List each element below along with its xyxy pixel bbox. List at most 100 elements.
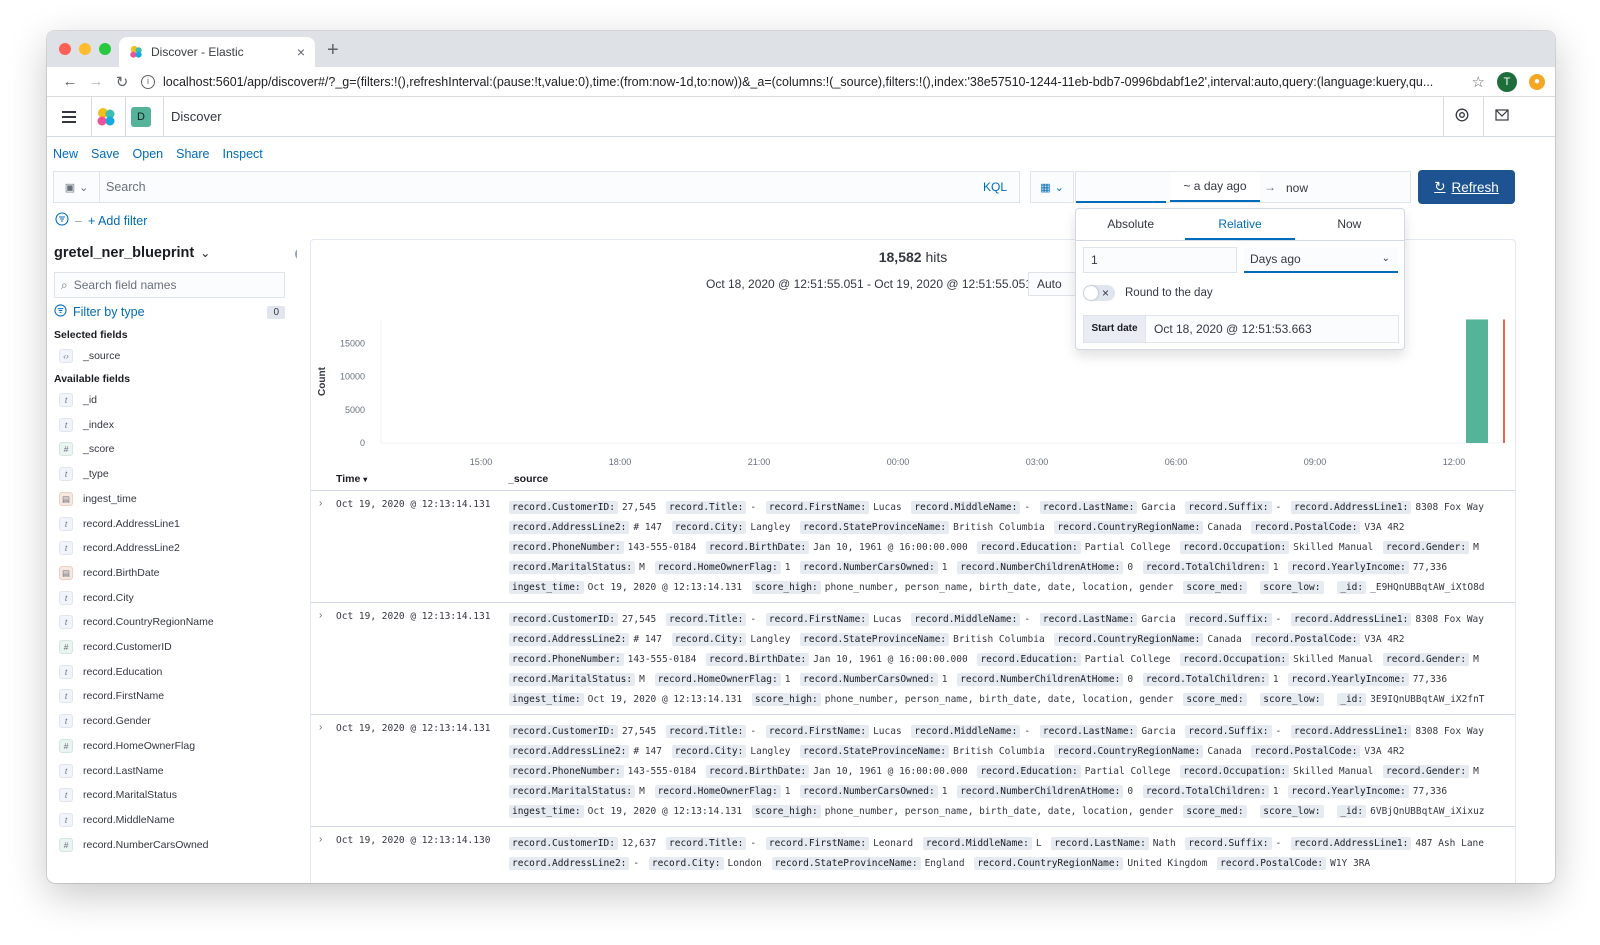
sidebar-field-item[interactable]: t record.MiddleName bbox=[59, 811, 175, 829]
minimize-window-button[interactable] bbox=[79, 43, 91, 55]
elastic-logo-icon[interactable] bbox=[91, 106, 121, 128]
sidebar-field-item[interactable]: t record.FirstName bbox=[59, 687, 164, 705]
source-field-key: record.YearlyIncome: bbox=[1288, 785, 1409, 798]
close-tab-icon[interactable]: × bbox=[297, 44, 305, 60]
relative-unit-select[interactable]: Days ago ⌄ bbox=[1244, 247, 1398, 273]
sidebar-field-item[interactable]: # _score bbox=[59, 440, 115, 458]
sidebar-field-item[interactable]: ‹› _source bbox=[59, 347, 120, 365]
sidebar-field-item[interactable]: t record.LastName bbox=[59, 762, 164, 780]
open-button[interactable]: Open bbox=[133, 147, 164, 161]
end-date-button[interactable]: now bbox=[1286, 181, 1308, 195]
menu-icon[interactable] bbox=[47, 110, 91, 123]
y-tick-label: 5000 bbox=[345, 405, 365, 415]
source-field: record.TotalChildren: 1 bbox=[1142, 561, 1279, 574]
source-field: record.CountryRegionName: United Kingdom bbox=[974, 857, 1207, 870]
reload-icon[interactable]: ↻ bbox=[109, 73, 135, 91]
source-field-key: record.FirstName: bbox=[765, 501, 870, 514]
quick-date-menu-button[interactable]: ▦ ⌄ bbox=[1030, 171, 1074, 203]
sidebar-field-item[interactable]: # record.HomeOwnerFlag bbox=[59, 737, 195, 755]
add-filter-button[interactable]: + Add filter bbox=[88, 214, 147, 228]
source-field-key: record.AddressLine1: bbox=[1290, 501, 1412, 514]
refresh-button[interactable]: ↻ Refresh bbox=[1418, 170, 1515, 204]
round-to-day-switch[interactable] bbox=[1083, 285, 1115, 301]
source-field-key: record.FirstName: bbox=[765, 725, 870, 738]
sidebar-field-item[interactable]: t record.Gender bbox=[59, 712, 151, 730]
mail-icon[interactable] bbox=[1493, 108, 1511, 126]
field-type-icon: t bbox=[59, 393, 73, 407]
help-icon[interactable] bbox=[1453, 108, 1471, 126]
time-header-label: Time bbox=[336, 473, 361, 485]
y-tick-label: 10000 bbox=[340, 372, 365, 382]
filter-options-icon[interactable] bbox=[55, 212, 69, 229]
source-field: record.NumberCarsOwned: 1 bbox=[800, 785, 947, 798]
forward-arrow-icon[interactable]: → bbox=[83, 73, 109, 90]
extension-icon[interactable]: ● bbox=[1529, 73, 1545, 90]
start-date-button[interactable]: ~ a day ago bbox=[1170, 172, 1260, 202]
new-tab-button[interactable]: + bbox=[327, 39, 339, 62]
maximize-window-button[interactable] bbox=[99, 43, 111, 55]
expand-row-icon[interactable]: › bbox=[319, 610, 322, 621]
collapse-sidebar-icon[interactable]: ‹ bbox=[295, 248, 297, 260]
expand-row-icon[interactable]: › bbox=[319, 498, 322, 509]
field-search[interactable]: ⌕ Search field names bbox=[54, 272, 285, 298]
sidebar-field-item[interactable]: t record.MaritalStatus bbox=[59, 786, 177, 804]
sidebar-field-item[interactable]: # record.NumberCarsOwned bbox=[59, 836, 208, 854]
sidebar-field-item[interactable]: t _index bbox=[59, 416, 114, 434]
sidebar-field-item[interactable]: t _id bbox=[59, 391, 97, 409]
sidebar-field-item[interactable]: t record.AddressLine1 bbox=[59, 515, 180, 533]
inspect-button[interactable]: Inspect bbox=[222, 147, 262, 161]
source-field-value: # 147 bbox=[633, 522, 662, 533]
expand-row-icon[interactable]: › bbox=[319, 834, 322, 845]
source-field: record.YearlyIncome: 77,336 bbox=[1288, 785, 1447, 798]
sidebar-field-item[interactable]: t record.City bbox=[59, 589, 134, 607]
tab-now[interactable]: Now bbox=[1295, 209, 1404, 240]
source-field-value: 8308 Fox Way bbox=[1415, 614, 1484, 625]
source-field-key: record.Gender: bbox=[1382, 541, 1470, 554]
site-info-icon[interactable]: i bbox=[141, 74, 155, 89]
tab-relative[interactable]: Relative bbox=[1185, 209, 1295, 240]
index-pattern-selector[interactable]: gretel_ner_blueprint ⌄ bbox=[54, 245, 210, 261]
sidebar-field-item[interactable]: ▤ record.BirthDate bbox=[59, 564, 159, 582]
sidebar-field-item[interactable]: # record.CustomerID bbox=[59, 638, 172, 656]
field-type-icon: # bbox=[59, 738, 73, 753]
sidebar-field-item[interactable]: t record.CountryRegionName bbox=[59, 613, 214, 631]
source-field-key: record.CountryRegionName: bbox=[1054, 633, 1204, 646]
close-window-button[interactable] bbox=[59, 43, 71, 55]
source-field-value: London bbox=[727, 858, 762, 869]
source-field: record.HomeOwnerFlag: 1 bbox=[654, 785, 790, 798]
sidebar-field-item[interactable]: t record.Education bbox=[59, 663, 162, 681]
source-field: record.StateProvinceName: British Columbi… bbox=[800, 633, 1045, 646]
save-button[interactable]: Save bbox=[91, 147, 120, 161]
source-field-key: record.AddressLine1: bbox=[1290, 725, 1412, 738]
back-arrow-icon[interactable]: ← bbox=[57, 73, 83, 90]
start-date-field[interactable]: Start date Oct 18, 2020 @ 12:51:53.663 bbox=[1083, 315, 1399, 343]
kql-language-toggle[interactable]: KQL bbox=[983, 180, 1019, 194]
saved-query-menu-button[interactable]: ▣ ⌄ bbox=[54, 172, 100, 202]
relative-value-input[interactable]: 1 bbox=[1083, 247, 1237, 273]
sidebar-field-item[interactable]: t record.AddressLine2 bbox=[59, 539, 180, 557]
expand-row-icon[interactable]: › bbox=[319, 722, 322, 733]
field-name: record.MaritalStatus bbox=[83, 789, 177, 802]
source-field-value: Skilled Manual bbox=[1293, 542, 1374, 553]
filter-by-type-button[interactable]: Filter by type 0 bbox=[54, 304, 285, 320]
search-input[interactable] bbox=[100, 172, 983, 202]
tab-absolute[interactable]: Absolute bbox=[1076, 209, 1185, 240]
sidebar-field-item[interactable]: t _type bbox=[59, 465, 109, 483]
new-button[interactable]: New bbox=[53, 147, 78, 161]
space-avatar[interactable]: D bbox=[131, 106, 151, 127]
bookmark-star-icon[interactable]: ☆ bbox=[1472, 73, 1485, 91]
time-column-header[interactable]: Time ▾ bbox=[336, 473, 367, 485]
source-field-key: score_low: bbox=[1260, 693, 1324, 706]
source-field-value: M bbox=[639, 674, 645, 685]
source-field: score_med: bbox=[1183, 581, 1250, 594]
source-field: record.City: Langley bbox=[671, 633, 790, 646]
browser-tab[interactable]: Discover - Elastic × bbox=[119, 37, 315, 67]
profile-avatar[interactable]: T bbox=[1497, 71, 1517, 92]
source-field-value: L bbox=[1035, 838, 1042, 849]
share-button[interactable]: Share bbox=[176, 147, 209, 161]
field-type-icon: ‹› bbox=[59, 349, 73, 363]
time-range-text: Oct 18, 2020 @ 12:51:55.051 - Oct 19, 20… bbox=[706, 277, 1032, 291]
source-field-key: _id: bbox=[1337, 581, 1367, 594]
sidebar-field-item[interactable]: ▤ ingest_time bbox=[59, 490, 137, 508]
address-bar[interactable]: i localhost:5601/app/discover#/?_g=(filt… bbox=[141, 70, 1462, 94]
